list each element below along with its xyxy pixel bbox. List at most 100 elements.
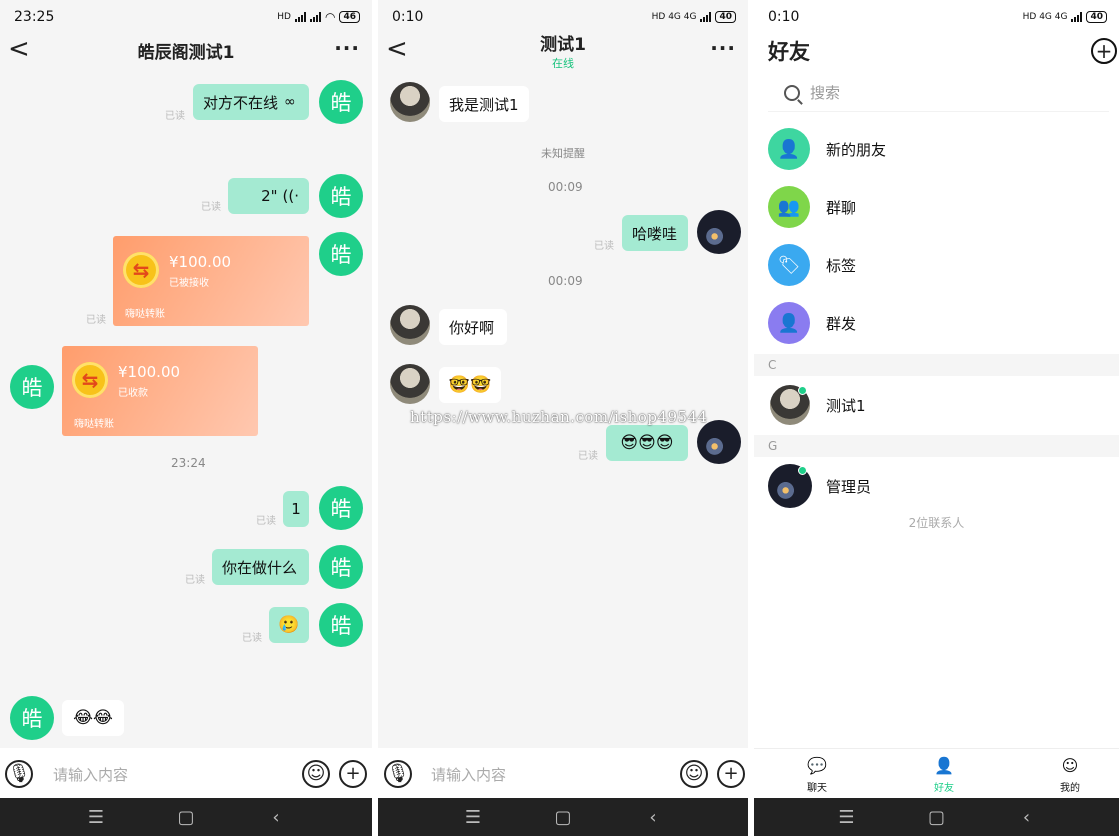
input-bar: 🎙 请输入内容 ☺ + — [378, 748, 748, 798]
battery-icon: 40 — [1086, 11, 1107, 23]
message-bubble[interactable]: 哈喽哇 — [622, 215, 688, 251]
avatar[interactable]: 皓 — [319, 80, 363, 124]
avatar[interactable] — [390, 364, 430, 404]
home-icon[interactable]: ▢ — [927, 807, 947, 828]
tab-chat[interactable]: 💬 聊天 — [787, 755, 847, 794]
home-icon[interactable]: ▢ — [176, 807, 196, 828]
plus-icon[interactable]: + — [339, 760, 367, 788]
back-icon[interactable]: < — [8, 36, 32, 64]
back-icon[interactable]: < — [386, 36, 410, 64]
avatar[interactable]: 皓 — [319, 174, 363, 218]
emoji-icon[interactable]: ☺ — [302, 760, 330, 788]
read-status: 已读 — [86, 315, 106, 326]
avatar[interactable]: 皓 — [319, 486, 363, 530]
message-bubble[interactable]: 1 — [283, 491, 309, 527]
message-bubble[interactable]: 🥲 — [269, 607, 309, 643]
signal-label: HD 4G 4G — [651, 12, 697, 22]
system-nav: ☰ ▢ ‹ — [754, 798, 1119, 836]
message-bubble[interactable]: 对方不在线 ∞ — [193, 84, 309, 120]
chat-icon: 💬 — [807, 756, 827, 775]
menu-icon[interactable]: ☰ — [463, 807, 483, 828]
page-title: 皓辰阁测试1 — [137, 42, 235, 63]
list-item-new-friends[interactable]: 👤 新的朋友 — [754, 120, 1119, 178]
list-item-label: 群聊 — [826, 198, 857, 217]
section-header: G — [754, 435, 1119, 457]
read-status: 已读 — [578, 451, 598, 462]
back-nav-icon[interactable]: ‹ — [1017, 807, 1037, 828]
more-icon[interactable]: ··· — [334, 36, 360, 60]
voice-icon: ((· — [282, 187, 299, 205]
message-text: 你好啊 — [449, 318, 495, 337]
list-item-group-chat[interactable]: 👥 群聊 — [754, 178, 1119, 236]
avatar[interactable]: 皓 — [319, 545, 363, 589]
read-status: 已读 — [201, 202, 221, 213]
search-input[interactable]: 搜索 — [768, 74, 1109, 112]
message-text: 对方不在线 — [203, 93, 279, 112]
more-icon[interactable]: ··· — [710, 36, 736, 60]
group-icon: 👥 — [768, 186, 810, 228]
transfer-card[interactable]: ⇆ ¥100.00 已收款 嗨哒转账 — [62, 346, 258, 436]
list-item-broadcast[interactable]: 👤 群发 — [754, 294, 1119, 352]
avatar[interactable] — [390, 305, 430, 345]
list-item-tags[interactable]: 🏷 标签 — [754, 236, 1119, 294]
add-friend-icon: 👤 — [768, 128, 810, 170]
home-icon[interactable]: ▢ — [553, 807, 573, 828]
message-input[interactable]: 请输入内容 — [431, 764, 506, 785]
contact-row[interactable]: 测试1 — [754, 376, 1119, 434]
avatar[interactable]: 皓 — [319, 603, 363, 647]
friends-screen: 0:10 HD 4G 4G 40 好友 + 搜索 👤 新的朋友 👥 群聊 🏷 标… — [754, 0, 1119, 836]
message-text: 你在做什么 — [222, 558, 298, 577]
list-item-label: 标签 — [826, 256, 857, 275]
read-status: 已读 — [594, 241, 614, 252]
transfer-amount: ¥100.00 — [118, 363, 181, 381]
tab-label: 我的 — [1060, 783, 1080, 794]
back-nav-icon[interactable]: ‹ — [643, 807, 663, 828]
avatar[interactable] — [697, 210, 741, 254]
message-text: 1 — [291, 500, 301, 518]
message-bubble[interactable]: 你在做什么 — [212, 549, 309, 585]
plus-icon[interactable]: + — [717, 760, 745, 788]
message-bubble[interactable]: 你好啊 — [439, 309, 507, 345]
message-bubble[interactable]: 😂😂 — [62, 700, 124, 736]
message-bubble[interactable]: 😎😎😎 — [606, 425, 688, 461]
status-time: 0:10 — [392, 9, 424, 25]
microphone-icon[interactable]: 🎙 — [384, 760, 412, 788]
message-input[interactable]: 请输入内容 — [53, 764, 128, 785]
avatar[interactable]: 皓 — [319, 232, 363, 276]
signal-label: HD — [277, 12, 291, 22]
voice-message[interactable]: 2" ((· — [228, 178, 309, 214]
avatar[interactable] — [697, 420, 741, 464]
list-item-label: 新的朋友 — [826, 140, 887, 159]
contact-name: 管理员 — [826, 477, 872, 496]
signal-label: HD 4G 4G — [1022, 12, 1068, 22]
wifi-icon: ◠ — [324, 10, 336, 24]
message-bubble[interactable]: 🤓🤓 — [439, 367, 501, 403]
notice-text: 未知提醒 — [541, 147, 585, 160]
menu-icon[interactable]: ☰ — [86, 807, 106, 828]
transfer-status: 已收款 — [118, 388, 148, 399]
read-status: 已读 — [256, 516, 276, 527]
add-icon[interactable]: + — [1091, 38, 1117, 64]
tab-bar: 💬 聊天 👤 好友 ☺ 我的 — [754, 748, 1119, 798]
back-nav-icon[interactable]: ‹ — [266, 807, 286, 828]
timestamp: 00:09 — [548, 274, 583, 288]
page-title: 好友 — [768, 40, 810, 64]
message-bubble[interactable]: 我是测试1 — [439, 86, 529, 122]
system-nav: ☰ ▢ ‹ — [0, 798, 372, 836]
avatar[interactable]: 皓 — [10, 696, 54, 740]
avatar[interactable]: 皓 — [10, 365, 54, 409]
online-status: 在线 — [552, 56, 574, 70]
menu-icon[interactable]: ☰ — [837, 807, 857, 828]
tab-friends[interactable]: 👤 好友 — [914, 755, 974, 794]
battery-icon: 46 — [339, 11, 360, 23]
status-time: 0:10 — [768, 9, 800, 25]
avatar[interactable] — [390, 82, 430, 122]
system-nav: ☰ ▢ ‹ — [378, 798, 748, 836]
emoji-icon[interactable]: ☺ — [680, 760, 708, 788]
microphone-icon[interactable]: 🎙 — [5, 760, 33, 788]
message-text: 😂😂 — [73, 708, 113, 728]
tab-me[interactable]: ☺ 我的 — [1040, 755, 1100, 794]
status-bar: 0:10 HD 4G 4G 40 — [754, 0, 1119, 34]
transfer-card[interactable]: ⇆ ¥100.00 已被接收 嗨哒转账 — [113, 236, 309, 326]
contact-row[interactable]: 管理员 — [754, 457, 1119, 515]
